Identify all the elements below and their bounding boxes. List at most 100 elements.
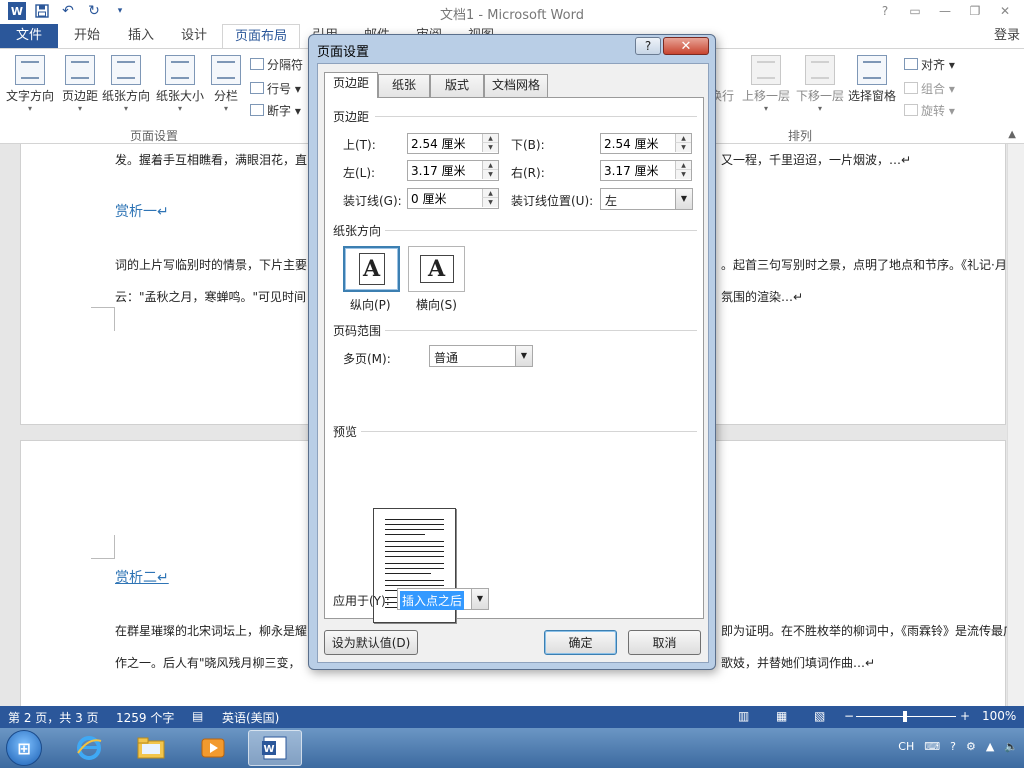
multiple-pages-select[interactable]: 普通 ▼ [429,345,533,367]
login-link[interactable]: 登录 [994,24,1020,48]
dialog-help-button[interactable]: ? [635,37,661,55]
file-explorer-icon[interactable] [124,730,178,766]
breaks-button[interactable]: 分隔符 [250,55,303,75]
media-player-icon[interactable] [186,730,240,766]
spin-up-icon[interactable]: ▲ [482,189,498,198]
bottom-margin-input[interactable] [601,134,675,153]
landscape-label[interactable]: 横向(S) [416,296,457,313]
bring-forward-button[interactable]: 上移一层 ▾ [740,55,792,113]
spin-up-icon[interactable]: ▲ [675,134,691,143]
gutter-input[interactable] [408,189,482,208]
top-margin-spinner[interactable]: ▲ ▼ [407,133,499,154]
help-icon[interactable]: ? [872,2,898,20]
close-window-icon[interactable]: ✕ [992,2,1018,20]
zoom-in-button[interactable]: + [960,709,970,723]
orientation-button[interactable]: 纸张方向 ▾ [100,55,152,113]
restore-icon[interactable]: ❐ [962,2,988,20]
size-button[interactable]: 纸张大小 ▾ [154,55,206,113]
tab-design[interactable]: 设计 [169,24,219,48]
columns-button[interactable]: 分栏 ▾ [208,55,244,113]
minimize-icon[interactable]: — [932,2,958,20]
print-layout-icon[interactable]: ▦ [776,709,787,723]
web-layout-icon[interactable]: ▧ [814,709,825,723]
tab-layout[interactable]: 版式 [430,74,484,97]
landscape-option[interactable]: A [408,246,465,292]
gutter-position-select[interactable]: 左 ▼ [600,188,693,210]
settings-tray-icon[interactable]: ⚙ [966,740,976,753]
tab-document-grid[interactable]: 文档网格 [484,74,548,97]
selection-pane-button[interactable]: 选择窗格 [846,55,898,104]
send-backward-button[interactable]: 下移一层 ▾ [794,55,846,113]
preview-text-line [385,556,444,557]
left-margin-spinner[interactable]: ▲ ▼ [407,160,499,181]
proofing-icon[interactable]: ▤ [192,709,203,723]
tab-page-layout[interactable]: 页面布局 [222,24,301,48]
align-button[interactable]: 对齐 ▾ [904,55,955,75]
apply-to-select[interactable]: 插入点之后 ▼ [397,588,489,610]
keyboard-icon[interactable]: ⌨ [924,740,940,753]
text-direction-button[interactable]: 文字方向 ▾ [6,55,54,113]
tab-home[interactable]: 开始 [62,24,112,48]
dropdown-arrow-icon[interactable]: ▼ [471,589,488,609]
spin-down-icon[interactable]: ▼ [482,170,498,179]
internet-explorer-icon[interactable] [62,730,116,766]
word-taskbar-button[interactable]: W [248,730,302,766]
columns-label: 分栏 [213,89,238,103]
dialog-close-button[interactable]: ✕ [663,37,709,55]
portrait-label[interactable]: 纵向(P) [350,296,391,313]
zoom-slider-thumb[interactable] [903,711,907,722]
ok-button[interactable]: 确定 [544,630,617,655]
zoom-level[interactable]: 100% [982,709,1016,723]
spin-down-icon[interactable]: ▼ [482,143,498,152]
preview-text-line [385,568,444,569]
margin-corner-mark [91,307,115,331]
word-count[interactable]: 1259 个字 [116,709,174,726]
portrait-option[interactable]: A [343,246,400,292]
group-button[interactable]: 组合 ▾ [904,79,955,99]
group-icon [904,82,918,94]
right-margin-spinner[interactable]: ▲ ▼ [600,160,692,181]
spin-up-icon[interactable]: ▲ [675,161,691,170]
set-as-default-button[interactable]: 设为默认值(D) [324,630,418,655]
tab-file[interactable]: 文件 [0,24,59,48]
hyphenation-button[interactable]: 断字 ▾ [250,101,301,121]
dropdown-arrow-icon[interactable]: ▼ [515,346,532,366]
tab-paper[interactable]: 纸张 [378,74,430,97]
left-margin-input[interactable] [408,161,482,180]
volume-icon[interactable]: 🔈 [1004,740,1018,753]
top-margin-input[interactable] [408,134,482,153]
gutter-spinner[interactable]: ▲ ▼ [407,188,499,209]
collapse-ribbon-icon[interactable]: ▲ [1008,129,1016,140]
tab-insert[interactable]: 插入 [116,24,166,48]
language-status[interactable]: 英语(美国) [222,709,279,726]
help-tray-icon[interactable]: ? [950,740,956,753]
page1-line1-right: 又一程，千里迢迢，一片烟波，…↵ [721,153,912,167]
margins-button[interactable]: 页边距 ▾ [56,55,104,113]
group-label: 组合 [921,82,946,96]
spin-down-icon[interactable]: ▼ [675,143,691,152]
input-language[interactable]: CH [898,740,914,753]
preview-text-line [385,546,444,547]
cancel-button[interactable]: 取消 [628,630,701,655]
rotate-button[interactable]: 旋转 ▾ [904,101,955,121]
align-icon [904,58,918,70]
page2-para1-right: 即为证明。在不胜枚举的柳词中，《雨霖铃》是流传最广 [721,624,1016,638]
bottom-margin-spinner[interactable]: ▲ ▼ [600,133,692,154]
vertical-scrollbar[interactable] [1007,144,1024,706]
ribbon-display-options-icon[interactable]: ▭ [902,2,928,20]
spin-down-icon[interactable]: ▼ [482,198,498,207]
spin-up-icon[interactable]: ▲ [482,134,498,143]
zoom-out-button[interactable]: − [844,709,854,723]
dropdown-arrow-icon[interactable]: ▼ [675,189,692,209]
start-button[interactable]: ⊞ [6,730,42,766]
show-hidden-icons-icon[interactable]: ▲ [986,740,994,753]
bottom-margin-label: 下(B): [511,138,545,152]
page-count[interactable]: 第 2 页，共 3 页 [8,709,99,726]
tab-margins[interactable]: 页边距 [324,72,378,98]
spin-up-icon[interactable]: ▲ [482,161,498,170]
bring-forward-icon [751,55,781,85]
line-numbers-button[interactable]: 行号 ▾ [250,79,301,99]
read-mode-icon[interactable]: ▥ [738,709,749,723]
spin-down-icon[interactable]: ▼ [675,170,691,179]
right-margin-input[interactable] [601,161,675,180]
